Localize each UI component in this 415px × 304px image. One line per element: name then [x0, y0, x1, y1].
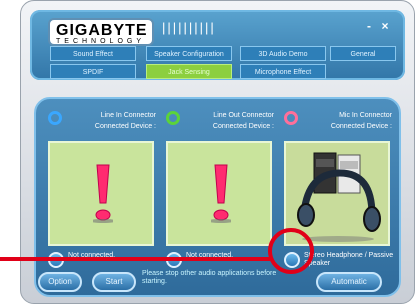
line-out-title: Line Out Connector: [213, 112, 274, 119]
gigabyte-logo: GIGABYTE TECHNOLOGY: [48, 18, 154, 46]
mic-in-jack-icon: [284, 111, 298, 125]
close-button[interactable]: ×: [378, 20, 392, 32]
exclamation-icon: [93, 164, 113, 223]
tab-speaker-configuration[interactable]: Speaker Configuration: [146, 46, 232, 61]
header-bar: GIGABYTE TECHNOLOGY |||||||||| - × Sound…: [30, 10, 405, 80]
jack-sensing-content: Line In Connector Connected Device : Not…: [34, 97, 401, 297]
tab-general[interactable]: General: [330, 46, 396, 61]
mic-in-title: Mic In Connector: [339, 112, 392, 119]
line-out-device-display: [166, 141, 272, 246]
tab-3d-audio-demo[interactable]: 3D Audio Demo: [240, 46, 326, 61]
line-in-device-display: [48, 141, 154, 246]
tab-spdif[interactable]: SPDIF: [50, 64, 136, 79]
callout-line: [0, 257, 270, 261]
automatic-button[interactable]: Automatic: [316, 272, 382, 292]
line-out-subtitle: Connected Device :: [212, 123, 274, 130]
callout-circle: [268, 228, 314, 274]
option-button[interactable]: Option: [38, 272, 82, 292]
tab-microphone-effect[interactable]: Microphone Effect: [240, 64, 326, 79]
exclamation-icon: [211, 164, 231, 223]
line-in-title: Line In Connector: [100, 112, 156, 119]
tab-sound-effect[interactable]: Sound Effect: [50, 46, 136, 61]
minimize-button[interactable]: -: [362, 20, 376, 32]
speaker-headphone-icon: [297, 152, 381, 242]
line-out-jack-icon: [166, 111, 180, 125]
mic-in-subtitle: Connected Device :: [330, 123, 392, 130]
logo-subtext: TECHNOLOGY: [56, 38, 146, 45]
line-in-jack-icon: [48, 111, 62, 125]
status-message: Please stop other audio applications bef…: [142, 270, 277, 285]
line-in-subtitle: Connected Device :: [94, 123, 156, 130]
start-button[interactable]: Start: [92, 272, 136, 292]
tab-jack-sensing[interactable]: Jack Sensing: [146, 64, 232, 79]
header-decoration: ||||||||||: [162, 20, 216, 35]
mic-in-status: Stereo Headphone / Passive Speaker: [304, 252, 394, 267]
